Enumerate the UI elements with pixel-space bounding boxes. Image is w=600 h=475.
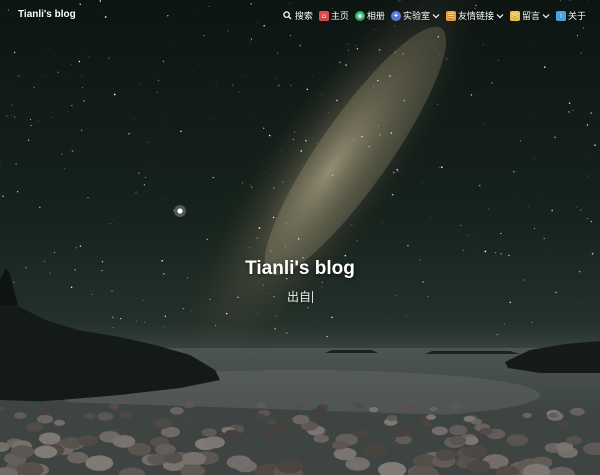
nav-item-about[interactable]: i 关于 [555,9,586,22]
message-icon: ✉ [509,10,520,21]
site-brand-link[interactable]: Tianli's blog [18,9,76,20]
about-icon: i [555,10,566,21]
typing-cursor [312,291,313,303]
hero-subtitle: 出自 [0,288,600,305]
lab-icon: ✦ [390,10,401,21]
hero-background-image [0,0,600,475]
nav-menu: 搜索 ⌂ 主页 ◉ 相册 ✦ 实验室 ☰ 友情链接 ✉ 留言 i 关于 [283,9,586,22]
nav-item-search[interactable]: 搜索 [283,9,313,22]
chevron-down-icon [496,13,504,18]
nav-item-label: 实验室 [402,12,430,22]
chevron-down-icon [542,13,550,18]
album-icon: ◉ [354,10,365,21]
nav-item-label: 主页 [330,12,349,22]
hero-title: Tianli's blog [245,258,355,279]
nav-item-home[interactable]: ⌂ 主页 [318,9,349,22]
nav-item-friend-links[interactable]: ☰ 友情链接 [445,9,504,22]
nav-item-label: 搜索 [294,12,313,22]
nav-item-label: 关于 [567,12,586,22]
nav-item-label: 相册 [366,12,385,22]
home-icon: ⌂ [318,10,329,21]
nav-item-label: 友情链接 [457,12,494,22]
links-icon: ☰ [445,10,456,21]
hero-subtitle-text: 出自 [286,290,311,304]
top-navigation-bar: Tianli's blog 搜索 ⌂ 主页 ◉ 相册 ✦ 实验室 ☰ 友情链接 … [0,0,600,30]
nav-item-label: 留言 [521,12,540,22]
chevron-down-icon [432,13,440,18]
search-icon [283,11,293,21]
nav-item-message[interactable]: ✉ 留言 [509,9,550,22]
hero-banner [0,0,600,475]
nav-item-lab[interactable]: ✦ 实验室 [390,9,440,22]
nav-item-album[interactable]: ◉ 相册 [354,9,385,22]
